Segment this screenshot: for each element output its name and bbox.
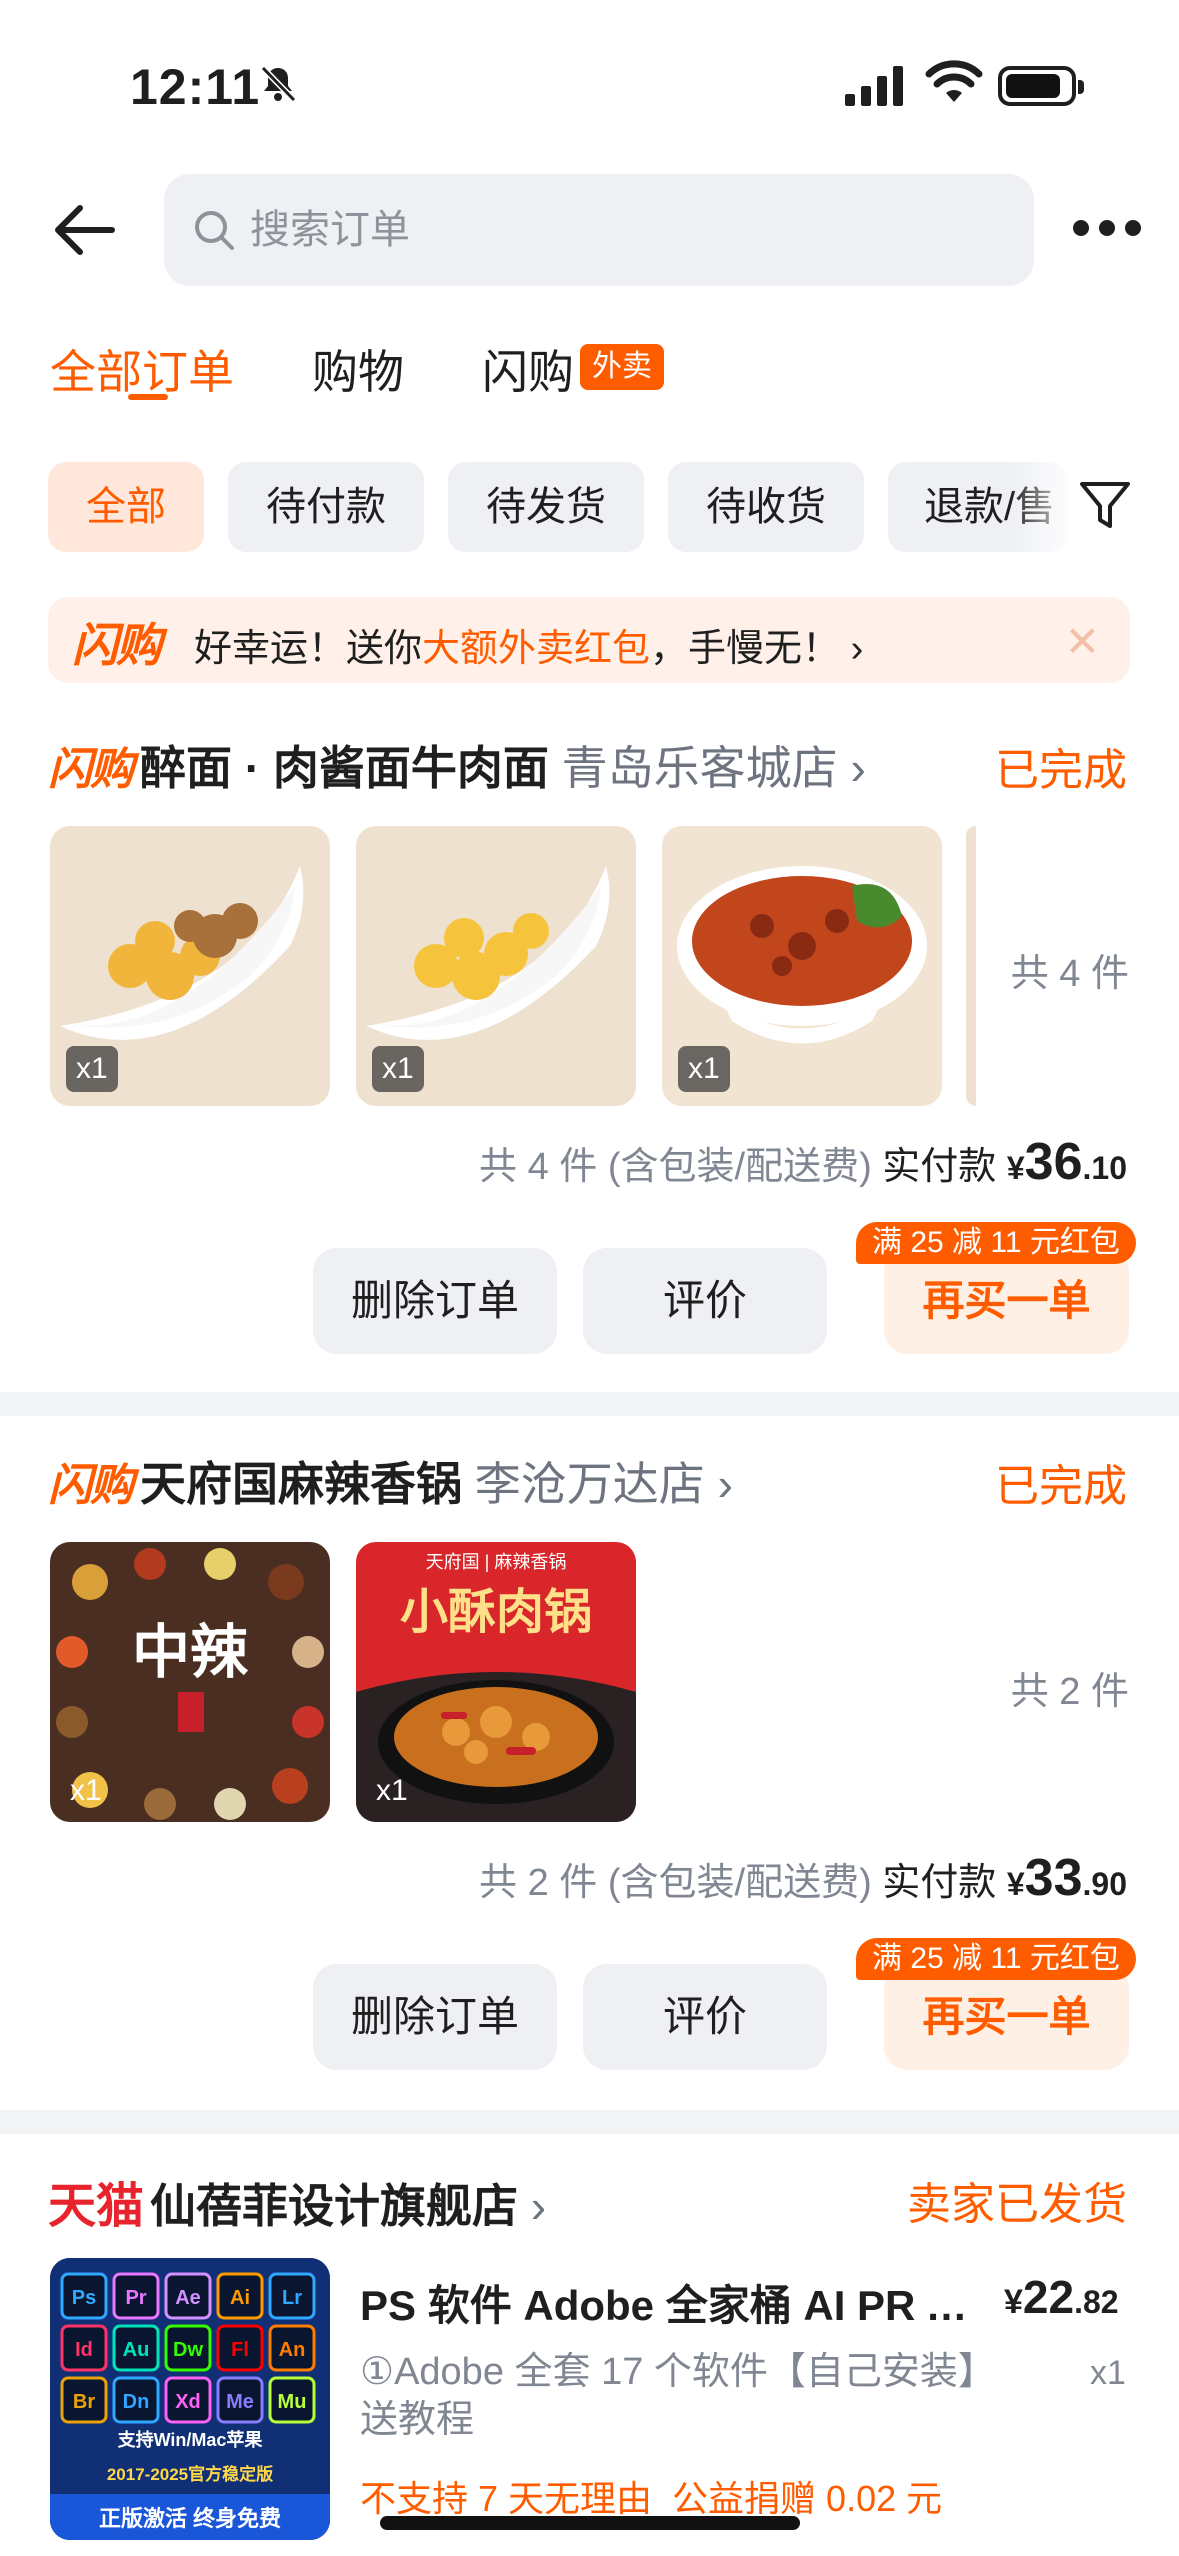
shop-name: 醉面 · 肉酱面牛肉面 xyxy=(140,742,549,794)
shop-header[interactable]: 天猫 仙蓓菲设计旗舰店 › xyxy=(48,2166,546,2236)
item-quantity: x1 xyxy=(66,1046,118,1092)
chevron-right-icon: › xyxy=(717,1458,733,1510)
order-status: 已完成 xyxy=(995,746,1127,795)
shop-branch: 青岛乐客城店 xyxy=(561,742,838,794)
app-icon-label: Dn xyxy=(123,2391,150,2413)
product-sku: ①Adobe 全套 17 个软件【自己安装】送教程 xyxy=(360,2351,977,2441)
shop-name: 天府国麻辣香锅 xyxy=(140,1458,462,1510)
promo-banner[interactable]: 闪购 好幸运！送你大额外卖红包，手慢无！ › ✕ xyxy=(48,597,1130,683)
charity-tag: 公益捐赠 0.02 元 xyxy=(672,2478,943,2519)
filter-icon[interactable] xyxy=(1078,478,1132,534)
flash-buy-logo: 闪购 xyxy=(48,745,134,794)
app-icon-label: An xyxy=(279,2339,306,2361)
item-quantity: x1 xyxy=(372,1046,424,1092)
item-quantity: x1 xyxy=(376,1774,408,1807)
tmall-logo: 天猫 xyxy=(48,2180,145,2233)
product-thumbnail-partial xyxy=(966,826,976,1106)
close-icon[interactable]: ✕ xyxy=(1065,617,1100,666)
app-icon-label: Br xyxy=(73,2391,95,2413)
chip-all[interactable]: 全部 xyxy=(48,462,204,552)
product-title[interactable]: PS 软件 Adobe 全家桶 AI PR AE... xyxy=(360,2272,980,2333)
order-total: 共 2 件 (含包装/配送费) 实付款 ¥33.90 xyxy=(479,1849,1127,1907)
product-price: ¥22.82 xyxy=(1004,2271,1119,2323)
app-icon-label: Ps xyxy=(72,2287,96,2309)
order-status: 卖家已发货 xyxy=(907,2180,1127,2229)
item-quantity: x1 xyxy=(678,1046,730,1092)
shop-name: 仙蓓菲设计旗舰店 xyxy=(150,2180,519,2232)
shop-header[interactable]: 闪购 天府国麻辣香锅 李沧万达店 › xyxy=(48,1448,733,1514)
delete-order-button[interactable]: 删除订单 xyxy=(313,1964,557,2070)
banner-text: 好幸运！送你大额外卖红包，手慢无！ › xyxy=(194,628,864,670)
product-thumbnail[interactable]: 中辣 x1 xyxy=(50,1542,330,1822)
app-icon-label: Lr xyxy=(282,2287,302,2309)
app-icon-label: Id xyxy=(75,2339,93,2361)
cellular-signal-icon xyxy=(845,66,903,106)
chip-pending-receipt[interactable]: 待收货 xyxy=(668,462,864,552)
app-icon-label: Au xyxy=(123,2339,150,2361)
tab-active-indicator xyxy=(128,394,168,400)
promo-tag: 满 25 减 11 元红包 xyxy=(856,1938,1136,1980)
app-icon-label: Pr xyxy=(125,2287,146,2309)
takeout-badge: 外卖 xyxy=(580,344,664,390)
search-icon xyxy=(195,211,234,250)
chevron-right-icon: › xyxy=(850,628,864,670)
silent-bell-icon xyxy=(260,65,297,103)
item-count: 共 4 件 xyxy=(1010,953,1129,995)
no-return-tag: 不支持 7 天无理由 xyxy=(360,2478,653,2519)
app-icon-label: Xd xyxy=(175,2391,201,2413)
spice-art-text: 中辣 xyxy=(132,1618,249,1686)
review-button[interactable]: 评价 xyxy=(583,1248,827,1354)
battery-icon xyxy=(998,66,1084,106)
brand-text: 天府国 | 麻辣香锅 xyxy=(426,1552,567,1572)
app-icon-label: Mu xyxy=(278,2391,307,2413)
more-options-icon[interactable] xyxy=(1073,218,1143,238)
delete-order-button[interactable]: 删除订单 xyxy=(313,1248,557,1354)
home-indicator xyxy=(380,2516,800,2530)
back-arrow-icon[interactable] xyxy=(50,200,120,260)
chip-pending-shipment[interactable]: 待发货 xyxy=(448,462,644,552)
tab-all-orders[interactable]: 全部订单 xyxy=(50,336,234,402)
pot-art-text: 小酥肉锅 xyxy=(400,1584,592,1640)
tab-shopping[interactable]: 购物 xyxy=(312,336,404,402)
tab-flash-buy[interactable]: 闪购 xyxy=(482,336,574,402)
app-icon-label: Fl xyxy=(231,2339,249,2361)
product-thumbnail[interactable]: x1 xyxy=(356,826,636,1106)
shop-branch: 李沧万达店 xyxy=(474,1458,705,1510)
chip-pending-payment[interactable]: 待付款 xyxy=(228,462,424,552)
app-icon-label: Dw xyxy=(173,2339,203,2361)
chevron-right-icon: › xyxy=(530,2180,547,2232)
order-status: 已完成 xyxy=(995,1462,1127,1511)
item-count: 共 2 件 xyxy=(1010,1671,1129,1713)
shop-header[interactable]: 闪购 醉面 · 肉酱面牛肉面 青岛乐客城店 › xyxy=(48,732,866,798)
search-bar[interactable] xyxy=(164,174,1034,286)
adobe-suite-image: Ps Pr Ae Ai Lr Id Au Dw Fl An Br Dn Xd Me Mu 支持Win/Mac… xyxy=(50,2258,330,2540)
art-line-1: 支持Win/Mac苹果 xyxy=(117,2429,264,2450)
order-total: 共 4 件 (含包装/配送费) 实付款 ¥36.10 xyxy=(479,1133,1127,1191)
art-line-3: 正版激活 终身免费 xyxy=(99,2506,281,2531)
product-thumbnail[interactable]: x1 xyxy=(662,826,942,1106)
status-time: 12:11 xyxy=(130,59,261,115)
app-icon-label: Ae xyxy=(175,2287,201,2309)
item-quantity: x1 xyxy=(70,1774,102,1807)
flash-buy-logo: 闪购 xyxy=(72,619,162,671)
product-thumbnail[interactable]: x1 xyxy=(50,826,330,1106)
chevron-right-icon: › xyxy=(850,742,866,794)
product-quantity: x1 xyxy=(1090,2354,1126,2392)
search-input[interactable] xyxy=(250,198,950,262)
review-button[interactable]: 评价 xyxy=(583,1964,827,2070)
product-tags: 不支持 7 天无理由 公益捐赠 0.02 元 xyxy=(360,2470,942,2522)
product-thumbnail[interactable]: Ps Pr Ae Ai Lr Id Au Dw Fl An Br Dn Xd Me Mu 支持Win/Mac… xyxy=(50,2258,330,2540)
product-thumbnail[interactable]: 天府国 | 麻辣香锅 小酥肉锅 x1 xyxy=(356,1542,636,1822)
flash-buy-logo: 闪购 xyxy=(48,1461,134,1510)
art-line-2: 2017-2025官方稳定版 xyxy=(107,2464,273,2484)
promo-tag: 满 25 减 11 元红包 xyxy=(856,1222,1136,1264)
app-icon-label: Me xyxy=(226,2391,254,2413)
wifi-icon xyxy=(925,60,983,102)
app-icon-label: Ai xyxy=(230,2287,250,2309)
